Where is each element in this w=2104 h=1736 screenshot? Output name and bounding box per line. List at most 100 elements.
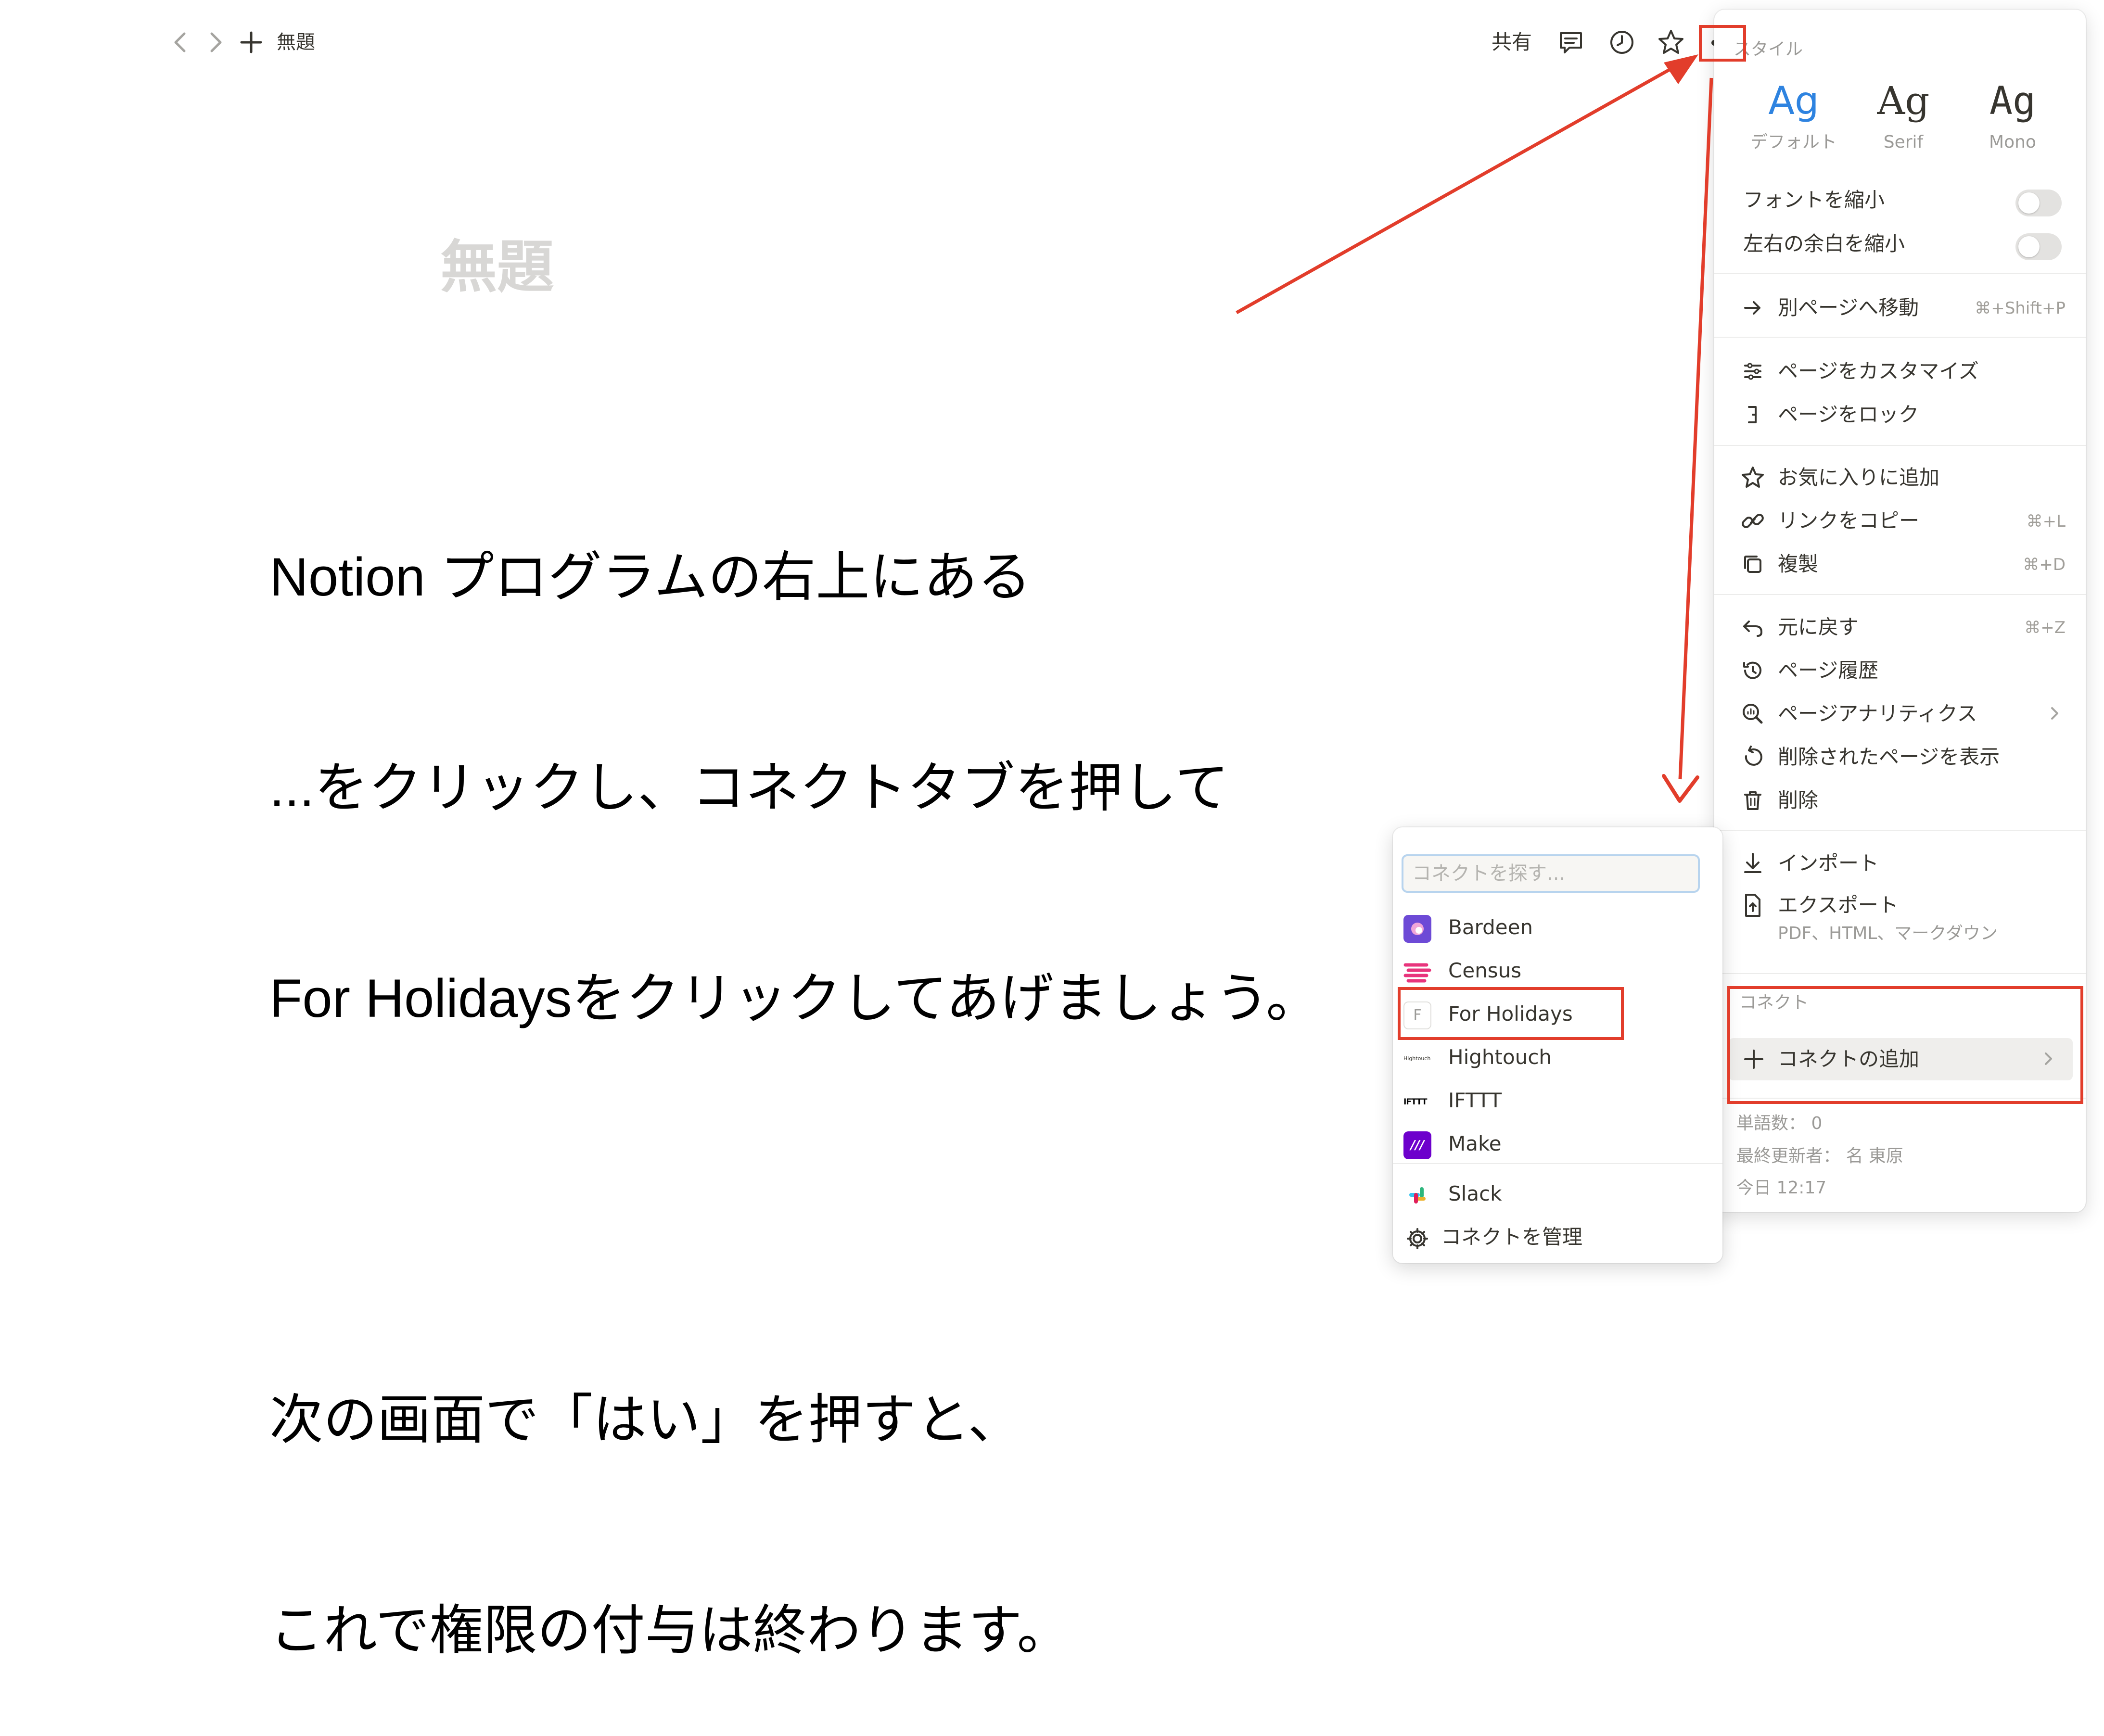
- manage-connections-label: コネクトを管理: [1441, 1225, 1583, 1249]
- menu-item-label: 元に戻す: [1778, 615, 1859, 639]
- style-option-mono[interactable]: Ag Mono: [1960, 75, 2066, 154]
- menu-item-label: ページ履歴: [1778, 659, 1879, 682]
- star-icon: [1738, 463, 1767, 492]
- instruction-line: 次の画面で「はい」を押すと、: [269, 1390, 1022, 1450]
- menu-item-label: 複製: [1778, 552, 1819, 576]
- duplicate-icon: [1738, 550, 1767, 579]
- style-option-default[interactable]: Ag デフォルト: [1741, 75, 1847, 154]
- connect-item-slack[interactable]: Slack: [1393, 1172, 1722, 1214]
- chevron-right-icon[interactable]: [201, 28, 230, 57]
- connect-item-census[interactable]: Census: [1393, 949, 1722, 991]
- lock-icon: [1738, 400, 1767, 429]
- sliders-icon: [1738, 357, 1767, 386]
- connect-item-make[interactable]: /// Make: [1393, 1122, 1722, 1164]
- menu-item-label: インポート: [1778, 851, 1879, 875]
- annotation-arrow-vertical: [1678, 77, 1713, 780]
- undo-icon: [1738, 613, 1767, 642]
- instruction-line: For Holidaysをクリックしてあげましょう。: [269, 968, 1320, 1028]
- menu-item-deleted-pages[interactable]: 削除されたページを表示: [1714, 736, 2086, 778]
- menu-item-sublabel: PDF、HTML、マークダウン: [1778, 924, 1998, 943]
- instruction-text: Notion プログラムの右上にある ...をクリックし、コネクトタブを押して …: [269, 402, 1320, 1736]
- highlight-connect-section: [1727, 986, 2083, 1104]
- style-label: Serif: [1883, 132, 1924, 152]
- arrow-right-icon: [1738, 293, 1767, 322]
- menu-item-export[interactable]: エクスポート PDF、HTML、マークダウン: [1714, 884, 2086, 947]
- menu-item-label: リンクをコピー: [1778, 509, 1920, 532]
- annotation-arrow-diagonal: [1236, 64, 1676, 315]
- highlight-for-holidays: [1398, 987, 1624, 1040]
- instruction-line: これで権限の付与は終わります。: [269, 1600, 1071, 1660]
- style-glyph: Ag: [1768, 78, 1819, 123]
- instruction-line: ...をクリックし、コネクトタブを押して: [269, 758, 1229, 818]
- small-text-toggle[interactable]: [2015, 190, 2062, 216]
- highlight-more-button: [1699, 25, 1746, 62]
- menu-item-label: ページをカスタマイズ: [1778, 359, 1979, 383]
- menu-item-undo[interactable]: 元に戻す ⌘+Z: [1714, 606, 2086, 648]
- shortcut: ⌘+Shift+P: [1975, 299, 2066, 318]
- style-label: Mono: [1989, 132, 2036, 152]
- divider: [1714, 830, 2086, 831]
- clock-icon[interactable]: [1606, 26, 1638, 58]
- style-label: デフォルト: [1750, 132, 1837, 152]
- make-logo-icon: ///: [1403, 1131, 1431, 1159]
- connect-item-label: Make: [1448, 1132, 1502, 1155]
- style-option-serif[interactable]: Ag Serif: [1850, 75, 1956, 154]
- full-width-toggle-row[interactable]: 左右の余白を縮小: [1714, 223, 2086, 265]
- toggle-label: フォントを縮小: [1743, 188, 1885, 212]
- menu-item-label: 削除: [1778, 788, 1819, 812]
- connect-item-label: Hightouch: [1448, 1045, 1552, 1069]
- divider: [1393, 1163, 1722, 1164]
- comment-icon[interactable]: [1555, 26, 1587, 58]
- shortcut: ⌘+L: [2026, 512, 2066, 531]
- breadcrumb-title[interactable]: 無題: [277, 29, 315, 56]
- trash-icon: [1738, 786, 1767, 815]
- connect-item-label: Census: [1448, 959, 1522, 982]
- last-edited-time: 今日 12:17: [1736, 1178, 1827, 1198]
- menu-item-lock[interactable]: ページをロック: [1714, 393, 2086, 436]
- gear-icon: [1403, 1225, 1431, 1253]
- connect-search-input[interactable]: [1402, 854, 1700, 893]
- connect-item-hightouch[interactable]: Hightouch Hightouch: [1393, 1035, 1722, 1077]
- ifttt-logo-icon: IFTTT: [1403, 1097, 1428, 1107]
- menu-item-duplicate[interactable]: 複製 ⌘+D: [1714, 543, 2086, 585]
- connect-item-ifttt[interactable]: IFTTT IFTTT: [1393, 1078, 1722, 1121]
- share-button[interactable]: 共有: [1492, 28, 1532, 57]
- menu-item-history[interactable]: ページ履歴: [1714, 649, 2086, 692]
- manage-connections-button[interactable]: コネクトを管理: [1393, 1215, 1722, 1257]
- menu-item-customize[interactable]: ページをカスタマイズ: [1714, 350, 2086, 393]
- menu-item-delete[interactable]: 削除: [1714, 779, 2086, 822]
- restore-icon: [1738, 743, 1767, 772]
- chevron-left-icon[interactable]: [166, 28, 195, 57]
- menu-item-favorite[interactable]: お気に入りに追加: [1714, 456, 2086, 499]
- instruction-line: Notion プログラムの右上にある: [269, 547, 1032, 607]
- menu-item-analytics[interactable]: ページアナリティクス: [1714, 693, 2086, 735]
- full-width-toggle[interactable]: [2015, 233, 2062, 260]
- plus-icon[interactable]: [237, 28, 266, 57]
- star-icon[interactable]: [1655, 26, 1687, 58]
- menu-item-import[interactable]: インポート: [1714, 842, 2086, 885]
- menu-item-move-to[interactable]: 別ページへ移動 ⌘+Shift+P: [1714, 287, 2086, 329]
- small-text-toggle-row[interactable]: フォントを縮小: [1714, 179, 2086, 221]
- export-file-icon: [1738, 891, 1767, 920]
- connect-popup: Bardeen Census F For Holidays Hightouch …: [1393, 827, 1722, 1263]
- slack-logo-icon: [1403, 1181, 1431, 1209]
- hightouch-logo-icon: Hightouch: [1403, 1055, 1431, 1062]
- style-glyph: Ag: [1877, 78, 1930, 123]
- history-icon: [1738, 656, 1767, 685]
- connect-item-label: IFTTT: [1448, 1089, 1502, 1112]
- annotation-arrowhead: [1662, 774, 1699, 803]
- divider: [1714, 337, 2086, 338]
- page-title[interactable]: 無題: [440, 231, 554, 303]
- bardeen-logo-icon: [1403, 915, 1431, 943]
- census-logo-icon: [1403, 958, 1431, 986]
- menu-item-label: ページをロック: [1778, 403, 1919, 426]
- download-icon: [1738, 849, 1767, 878]
- connect-item-label: Bardeen: [1448, 915, 1533, 939]
- toggle-label: 左右の余白を縮小: [1743, 232, 1905, 255]
- link-icon: [1738, 507, 1767, 535]
- divider: [1714, 273, 2086, 274]
- chevron-right-icon: [2042, 701, 2066, 725]
- divider: [1714, 445, 2086, 446]
- menu-item-copy-link[interactable]: リンクをコピー ⌘+L: [1714, 500, 2086, 542]
- connect-item-bardeen[interactable]: Bardeen: [1393, 905, 1722, 948]
